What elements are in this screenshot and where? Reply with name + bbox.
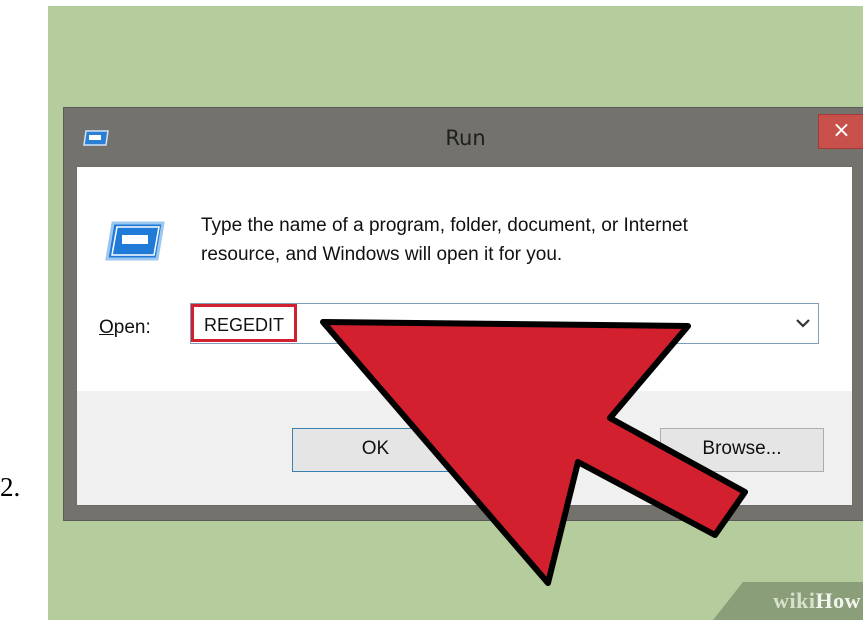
watermark-wiki: wiki (773, 588, 816, 613)
watermark-logo: wikiHow (773, 588, 861, 614)
close-button[interactable]: × (818, 114, 863, 149)
run-app-icon (105, 221, 165, 261)
watermark-how: How (815, 588, 861, 613)
illustration-panel: Run × Type the name of a program, folder… (48, 6, 863, 620)
open-combobox[interactable]: REGEDIT (190, 303, 819, 344)
description-line: resource, and Windows will open it for y… (201, 244, 563, 265)
dialog-content-pane: Type the name of a program, folder, docu… (77, 167, 852, 391)
description-line: Type the name of a program, folder, docu… (201, 215, 688, 236)
open-label-accelerator: O (99, 317, 114, 338)
dialog-client-area: Type the name of a program, folder, docu… (76, 166, 853, 506)
ok-button[interactable]: OK (292, 428, 459, 472)
dialog-description: Type the name of a program, folder, docu… (201, 211, 841, 269)
open-label: Open: (99, 317, 151, 339)
open-label-text: pen: (113, 317, 151, 338)
step-number: 2. (0, 472, 21, 502)
window-title: Run (445, 126, 486, 150)
open-input-value[interactable]: REGEDIT (191, 304, 298, 342)
run-dialog: Run × Type the name of a program, folder… (63, 107, 863, 521)
chevron-down-icon[interactable] (794, 314, 812, 332)
title-bar[interactable]: Run × (64, 108, 863, 166)
browse-button[interactable]: Browse... (660, 428, 824, 472)
